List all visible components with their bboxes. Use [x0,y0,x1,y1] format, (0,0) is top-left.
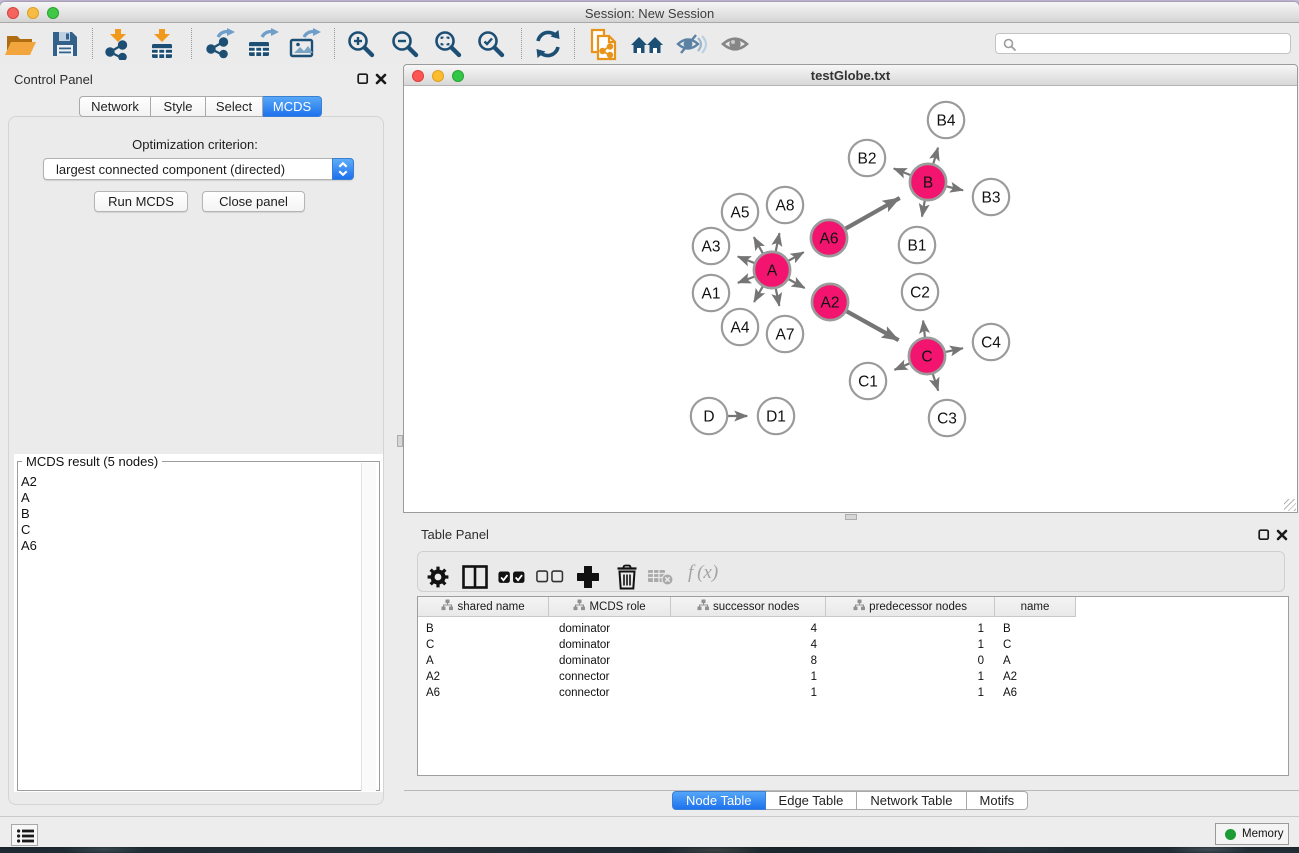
svg-text:A6: A6 [820,231,839,248]
svg-text:C4: C4 [981,335,1001,352]
svg-text:A2: A2 [821,295,840,312]
svg-text:B: B [923,175,933,192]
svg-text:D: D [703,409,714,426]
svg-text:A1: A1 [702,286,721,303]
svg-text:C: C [921,349,932,366]
svg-text:C3: C3 [937,411,957,428]
svg-text:D1: D1 [766,409,786,426]
svg-text:A8: A8 [776,198,795,215]
svg-text:B4: B4 [937,113,956,130]
svg-text:B3: B3 [982,190,1001,207]
svg-text:A7: A7 [776,327,795,344]
svg-text:A: A [767,263,778,280]
svg-text:C2: C2 [910,285,930,302]
svg-text:A5: A5 [731,205,750,222]
svg-text:A4: A4 [731,320,750,337]
svg-text:C1: C1 [858,374,878,391]
svg-text:B2: B2 [858,151,877,168]
svg-text:A3: A3 [702,239,721,256]
svg-text:B1: B1 [908,238,927,255]
